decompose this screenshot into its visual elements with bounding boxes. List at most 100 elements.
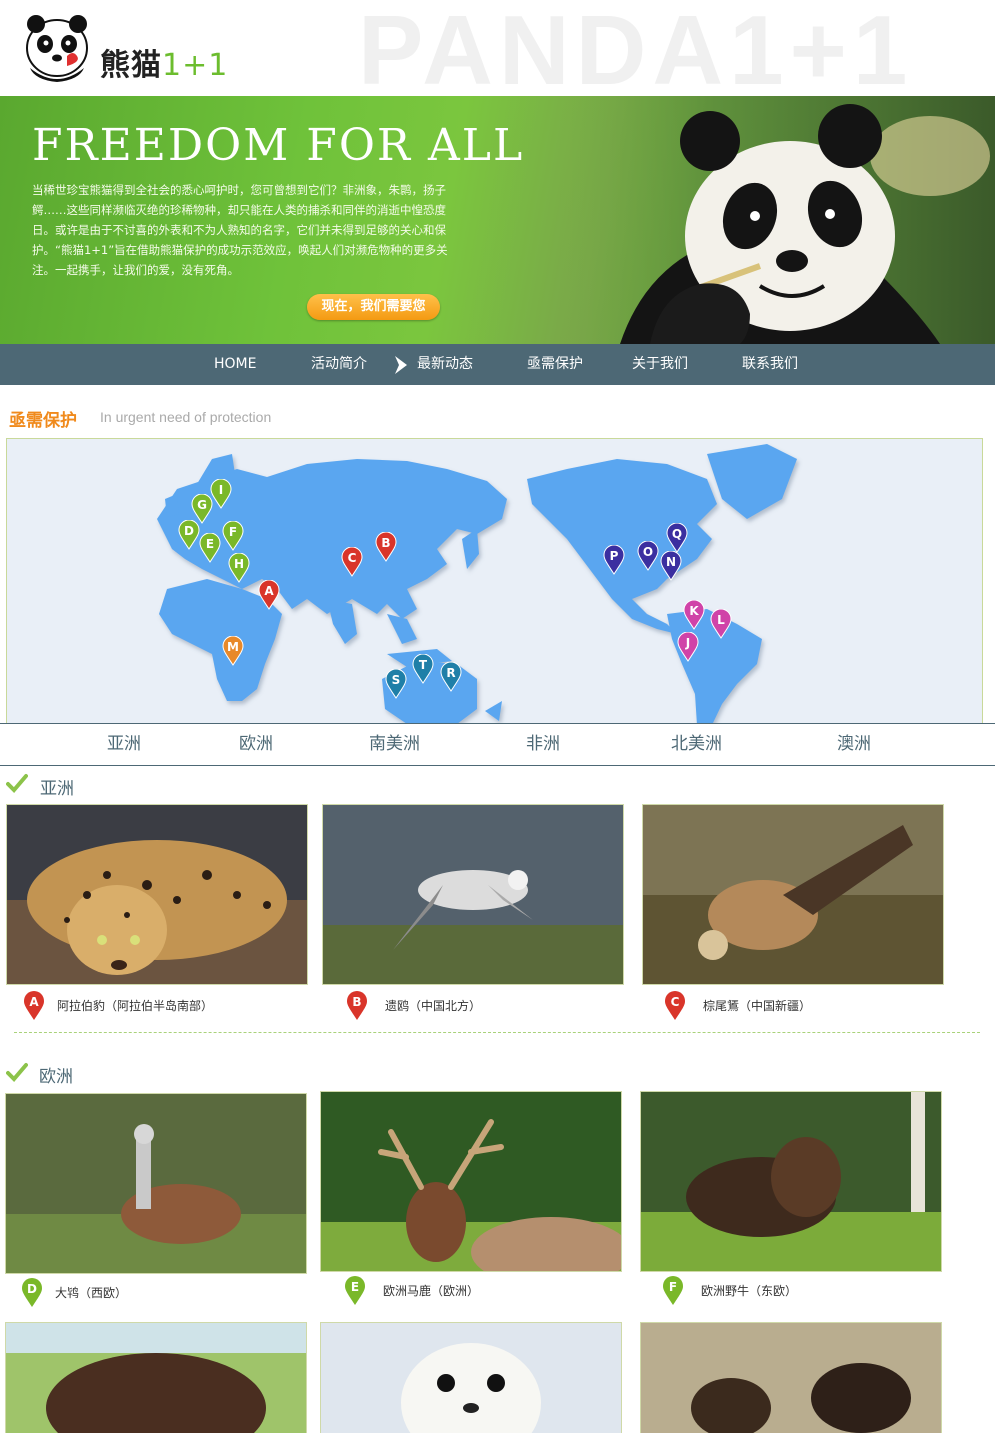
map-marker-letter: H (234, 557, 244, 571)
map-marker-letter: A (264, 584, 274, 598)
tab-australia[interactable]: 澳洲 (837, 724, 871, 765)
tab-south-america[interactable]: 南美洲 (369, 724, 420, 765)
marker-pin-icon: A (24, 991, 44, 1020)
map-marker-letter: E (206, 537, 214, 551)
nav-item-about-activity[interactable]: 活动简介 (311, 344, 367, 385)
animal-card-photo[interactable] (322, 804, 624, 985)
leopard-photo (7, 805, 307, 984)
map-marker-h[interactable]: H (228, 553, 250, 583)
shaggy-animal-photo (6, 1323, 306, 1433)
banner-cta-button[interactable]: 现在，我们需要您 (307, 294, 440, 320)
map-marker-c[interactable]: C (341, 547, 363, 577)
map-marker-n[interactable]: N (660, 551, 682, 581)
map-marker-letter: M (227, 640, 239, 654)
map-marker-letter: G (197, 498, 207, 512)
header-watermark: PANDA1+1 (358, 0, 914, 105)
page: 熊猫1+1 PANDA1+1 FREEDOM FOR ALL 当稀世珍宝熊猫得到… (0, 0, 995, 1433)
nav-item-news[interactable]: 最新动态 (417, 344, 473, 385)
map-marker-d[interactable]: D (178, 520, 200, 550)
land-masses (157, 444, 797, 723)
nav-item-about-us[interactable]: 关于我们 (632, 344, 688, 385)
pin-letter: B (352, 995, 361, 1009)
animal-card-photo[interactable] (5, 1322, 307, 1433)
seal-pup-photo (321, 1323, 621, 1433)
map-marker-m[interactable]: M (222, 636, 244, 666)
banner-title: FREEDOM FOR ALL (32, 120, 525, 171)
marker-pin-icon: B (347, 991, 367, 1020)
red-deer-photo (321, 1092, 621, 1271)
map-marker-letter: S (392, 673, 401, 687)
map-marker-t[interactable]: T (412, 654, 434, 684)
map-marker-letter: R (446, 666, 455, 680)
animal-card-photo[interactable] (640, 1091, 942, 1272)
gull-photo (323, 805, 623, 984)
pin-letter: C (671, 995, 680, 1009)
map-marker-o[interactable]: O (637, 541, 659, 571)
marker-pin-icon: D (22, 1278, 42, 1307)
map-marker-i[interactable]: I (210, 479, 232, 509)
marker-pin-icon: F (663, 1276, 683, 1305)
panda-logo-icon[interactable] (22, 8, 92, 86)
pin-letter: F (669, 1280, 677, 1294)
animal-caption[interactable]: 棕尾鵟（中国新疆） (703, 997, 811, 1014)
section-subtitle: In urgent need of protection (100, 409, 272, 425)
tab-europe[interactable]: 欧洲 (239, 724, 273, 765)
map-marker-q[interactable]: Q (666, 523, 688, 553)
animal-caption[interactable]: 欧洲野牛（东欧） (701, 1282, 797, 1299)
divider (14, 1032, 980, 1033)
map-marker-b[interactable]: B (375, 532, 397, 562)
logo-text[interactable]: 熊猫1+1 (100, 40, 228, 84)
banner-text: 当稀世珍宝熊猫得到全社会的悉心呵护时，您可曾想到它们？非洲象，朱鹮，扬子鳄……这… (32, 183, 448, 277)
map-marker-letter: T (419, 658, 428, 672)
animal-card-photo[interactable] (6, 804, 308, 985)
bustard-photo (6, 1094, 306, 1273)
animal-card-photo[interactable] (642, 804, 944, 985)
checkmark-icon (6, 774, 28, 793)
section-title: 亟需保护 (9, 411, 77, 431)
map-marker-j[interactable]: J (677, 632, 699, 662)
map-marker-letter: D (184, 524, 194, 538)
nav-item-protection[interactable]: 亟需保护 (527, 344, 583, 385)
tab-africa[interactable]: 非洲 (526, 724, 560, 765)
map-marker-letter: B (381, 536, 390, 550)
map-marker-letter: L (717, 613, 725, 627)
bison-photo (641, 1092, 941, 1271)
group-title-asia: 亚洲 (40, 779, 74, 799)
animal-card-photo[interactable] (640, 1322, 942, 1433)
animal-caption[interactable]: 大鸨（西欧） (55, 1284, 127, 1301)
marker-pin-icon: C (665, 991, 685, 1020)
active-arrow-icon (395, 356, 407, 374)
tab-north-america[interactable]: 北美洲 (671, 724, 722, 765)
continent-tabs: 亚洲 欧洲 南美洲 非洲 北美洲 澳洲 (0, 723, 995, 766)
animal-card-photo[interactable] (320, 1091, 622, 1272)
nav-item-contact[interactable]: 联系我们 (742, 344, 798, 385)
header: 熊猫1+1 PANDA1+1 (0, 0, 995, 105)
tab-asia[interactable]: 亚洲 (107, 724, 141, 765)
animal-caption[interactable]: 遗鸥（中国北方） (385, 997, 481, 1014)
otter-photo (641, 1323, 941, 1433)
map-marker-l[interactable]: L (710, 609, 732, 639)
nav-item-home[interactable]: HOME (214, 344, 256, 385)
logo-cn: 熊猫 (100, 48, 162, 83)
map-marker-r[interactable]: R (440, 662, 462, 692)
map-marker-letter: F (229, 525, 237, 539)
animal-caption[interactable]: 欧洲马鹿（欧洲） (383, 1282, 479, 1299)
map-marker-letter: P (610, 549, 619, 563)
panda-photo (560, 96, 995, 344)
map-marker-p[interactable]: P (603, 545, 625, 575)
animal-caption[interactable]: 阿拉伯豹（阿拉伯半岛南部） (57, 997, 213, 1014)
world-map-graphic (157, 444, 797, 723)
animal-card-photo[interactable] (320, 1322, 622, 1433)
main-nav: HOME 活动简介 最新动态 亟需保护 关于我们 联系我们 (0, 344, 995, 385)
map-marker-a[interactable]: A (258, 580, 280, 610)
map-marker-e[interactable]: E (199, 533, 221, 563)
map-marker-k[interactable]: K (683, 600, 705, 630)
map-marker-letter: I (219, 483, 223, 497)
map-marker-f[interactable]: F (222, 521, 244, 551)
pin-letter: A (29, 995, 39, 1009)
map-marker-s[interactable]: S (385, 669, 407, 699)
animal-card-photo[interactable] (5, 1093, 307, 1274)
logo-num: 1+1 (162, 48, 229, 83)
marker-pin-icon: E (345, 1276, 365, 1305)
map-marker-letter: K (689, 604, 699, 618)
